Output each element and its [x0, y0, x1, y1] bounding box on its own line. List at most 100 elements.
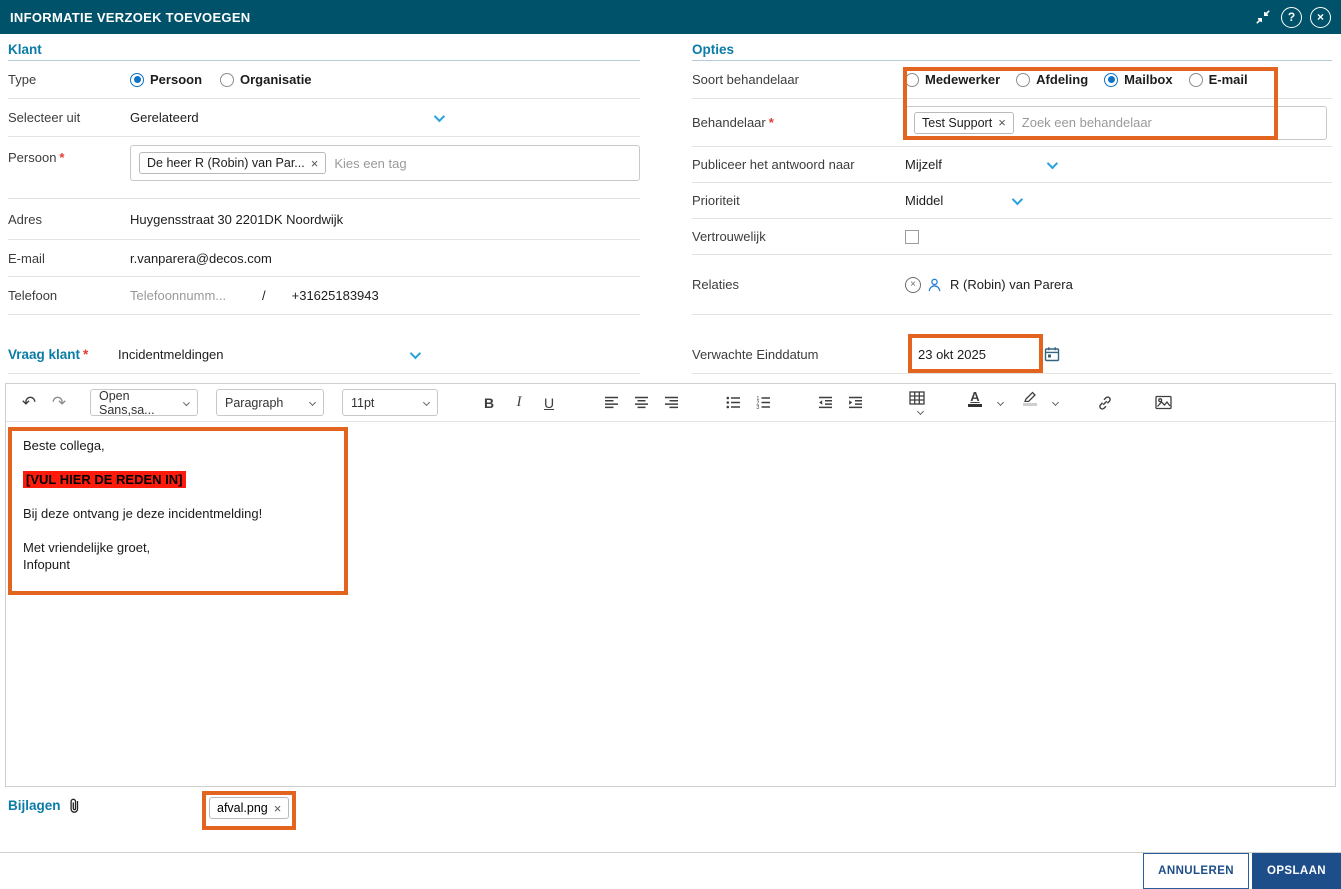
publiceer-value: Mijzelf [905, 157, 942, 172]
type-row: Type Persoon Organisatie [8, 61, 640, 99]
block-format-select[interactable]: Paragraph [216, 389, 324, 416]
font-size-select[interactable]: 11pt [342, 389, 438, 416]
highlight-color-icon[interactable] [1017, 390, 1043, 416]
email-row: E-mail r.vanparera@decos.com [8, 240, 640, 277]
bijlagen-label: Bijlagen [8, 797, 82, 814]
outdent-icon[interactable] [812, 390, 838, 416]
numbered-list-icon[interactable]: 123 [750, 390, 776, 416]
cancel-button[interactable]: ANNULEREN [1143, 853, 1249, 889]
bold-icon[interactable]: B [476, 390, 502, 416]
redo-icon[interactable]: ↷ [46, 390, 72, 416]
text-color-icon[interactable]: A [962, 390, 988, 416]
editor-line: Met vriendelijke groet, [23, 539, 151, 555]
chevron-down-icon[interactable] [996, 398, 1005, 407]
help-icon[interactable]: ? [1281, 6, 1302, 28]
radio-organisatie[interactable]: Organisatie [220, 72, 312, 87]
align-center-icon[interactable] [628, 390, 654, 416]
behandelaar-label-text: Behandelaar [692, 115, 766, 130]
remove-relation-icon[interactable]: × [905, 276, 921, 293]
telefoon-value[interactable]: +31625183943 [292, 288, 379, 303]
person-icon [927, 277, 942, 293]
editor-line: [VUL HIER DE REDEN IN] [23, 470, 1318, 489]
publiceer-row: Publiceer het antwoord naar Mijzelf [692, 147, 1332, 183]
required-asterisk: * [59, 150, 65, 165]
radio-persoon[interactable]: Persoon [130, 72, 202, 87]
radio-icon [905, 72, 919, 87]
persoon-tag-input[interactable]: De heer R (Robin) van Par... × Kies een … [130, 145, 640, 181]
underline-icon[interactable]: U [536, 390, 562, 416]
radio-afdeling-label: Afdeling [1036, 72, 1089, 87]
calendar-icon[interactable] [1044, 346, 1060, 362]
vraag-klant-dropdown[interactable]: Incidentmeldingen [118, 347, 422, 362]
align-right-icon[interactable] [658, 390, 684, 416]
soort-behandelaar-label: Soort behandelaar [692, 72, 799, 87]
publiceer-label: Publiceer het antwoord naar [692, 157, 855, 172]
rich-text-editor: ↶ ↷ Open Sans,sa... Paragraph 11pt B I U [5, 383, 1336, 787]
behandelaar-chip-label: Test Support [922, 115, 993, 130]
table-icon[interactable] [904, 390, 930, 416]
undo-icon[interactable]: ↶ [16, 390, 42, 416]
highlighted-text: [VUL HIER DE REDEN IN] [23, 470, 186, 488]
vertrouwelijk-label: Vertrouwelijk [692, 229, 766, 244]
relaties-value[interactable]: R (Robin) van Parera [950, 277, 1073, 292]
vertrouwelijk-checkbox[interactable] [905, 229, 919, 244]
editor-line: Infopunt [23, 556, 70, 572]
bullet-list-icon[interactable] [720, 390, 746, 416]
radio-mailbox-label: Mailbox [1124, 72, 1173, 87]
attachment-chip[interactable]: afval.png × [209, 797, 290, 819]
behandelaar-label: Behandelaar * [692, 115, 905, 130]
prioriteit-dropdown[interactable]: Middel [905, 193, 1024, 208]
chevron-down-icon[interactable] [1011, 193, 1024, 205]
attachment-name: afval.png [217, 801, 268, 815]
selecteer-uit-label: Selecteer uit [8, 110, 81, 125]
persoon-label-text: Persoon [8, 150, 57, 165]
italic-icon[interactable]: I [506, 390, 532, 416]
radio-organisatie-label: Organisatie [240, 72, 312, 87]
behandelaar-chip[interactable]: Test Support × [914, 111, 1014, 134]
save-button[interactable]: OPSLAAN [1251, 853, 1341, 889]
radio-medewerker[interactable]: Medewerker [905, 72, 1000, 87]
block-format-value: Paragraph [225, 395, 284, 410]
indent-icon[interactable] [842, 390, 868, 416]
vraag-klant-label-text: Vraag klant [8, 347, 81, 362]
link-icon[interactable] [1092, 390, 1118, 416]
radio-afdeling[interactable]: Afdeling [1016, 72, 1088, 87]
remove-icon[interactable]: × [274, 802, 282, 815]
remove-icon[interactable]: × [998, 116, 1006, 129]
telefoon-prefix-input[interactable]: Telefoonnumm... [130, 288, 250, 303]
email-value: r.vanparera@decos.com [130, 250, 272, 266]
relaties-label: Relaties [692, 277, 739, 292]
vraag-klant-value: Incidentmeldingen [118, 347, 224, 362]
einddatum-value[interactable]: 23 okt 2025 [918, 347, 986, 362]
chevron-down-icon[interactable] [433, 110, 446, 122]
editor-content[interactable]: Beste collega, [VUL HIER DE REDEN IN] Bi… [6, 422, 1335, 589]
publiceer-dropdown[interactable]: Mijzelf [905, 157, 1059, 172]
chevron-down-icon [183, 399, 191, 406]
chevron-down-icon[interactable] [1051, 398, 1060, 407]
font-family-select[interactable]: Open Sans,sa... [90, 388, 198, 417]
adres-row: Adres Huygensstraat 30 2201DK Noordwijk [8, 199, 640, 240]
remove-icon[interactable]: × [311, 157, 319, 170]
font-family-value: Open Sans,sa... [99, 388, 155, 417]
radio-email-label: E-mail [1208, 72, 1248, 87]
klant-heading: Klant [8, 34, 640, 61]
type-label: Type [8, 72, 37, 87]
chevron-down-icon[interactable] [409, 347, 422, 359]
close-icon[interactable]: × [1310, 6, 1331, 28]
svg-text:3: 3 [756, 405, 759, 409]
editor-line: Bij deze ontvang je deze incidentmelding… [23, 505, 263, 521]
required-asterisk: * [83, 347, 89, 362]
behandelaar-row: Behandelaar * Test Support × Zoek een beh… [692, 99, 1332, 147]
persoon-chip-label: De heer R (Robin) van Par... [147, 156, 305, 170]
chevron-down-icon[interactable] [1046, 157, 1059, 169]
align-left-icon[interactable] [598, 390, 624, 416]
radio-mailbox[interactable]: Mailbox [1104, 72, 1173, 87]
image-icon[interactable] [1150, 390, 1176, 416]
paperclip-icon[interactable] [67, 797, 82, 814]
collapse-icon[interactable] [1253, 7, 1273, 27]
selecteer-uit-dropdown[interactable]: Gerelateerd [130, 110, 446, 125]
persoon-chip[interactable]: De heer R (Robin) van Par... × [139, 152, 327, 174]
behandelaar-tag-input[interactable]: Test Support × Zoek een behandelaar [905, 105, 1327, 140]
radio-email[interactable]: E-mail [1188, 72, 1248, 87]
